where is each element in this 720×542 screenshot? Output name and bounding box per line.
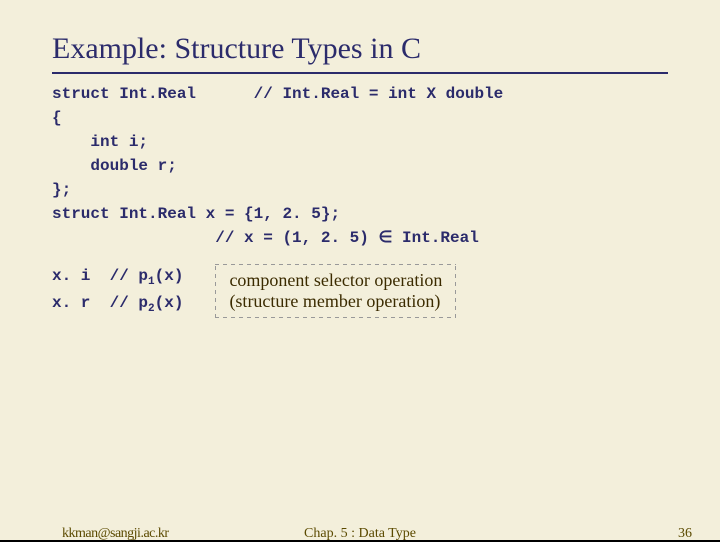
title-rule	[52, 72, 668, 74]
annotation-line-1: component selector operation	[229, 270, 442, 290]
code-line-1a: struct Int.Real	[52, 85, 196, 103]
code-line-4: double r;	[52, 157, 177, 175]
sel-1c: 1	[148, 277, 155, 289]
selector-row: x. i // p1(x) x. r // p2(x) component se…	[52, 264, 668, 318]
code-line-2: {	[52, 109, 62, 127]
sel-2b: // p	[110, 294, 148, 312]
selector-code: x. i // p1(x) x. r // p2(x)	[52, 264, 183, 317]
sel-1d: (x)	[155, 267, 184, 285]
slide-title: Example: Structure Types in C	[52, 32, 668, 66]
code-line-6: struct Int.Real x = {1, 2. 5};	[52, 205, 340, 223]
code-line-1b: // Int.Real = int X double	[254, 85, 504, 103]
annotation-box: component selector operation (structure …	[215, 264, 456, 318]
code-line-7: // x = (1, 2. 5) ∈ Int.Real	[52, 229, 479, 247]
slide: Example: Structure Types in C struct Int…	[0, 0, 720, 540]
sel-2a: x. r	[52, 294, 90, 312]
code-line-5: };	[52, 181, 71, 199]
sel-2c: 2	[148, 303, 155, 315]
sel-1a: x. i	[52, 267, 90, 285]
sel-1b: // p	[110, 267, 148, 285]
sel-2d: (x)	[155, 294, 184, 312]
code-block: struct Int.Real // Int.Real = int X doub…	[52, 82, 668, 250]
code-line-3: int i;	[52, 133, 148, 151]
annotation-line-2: (structure member operation)	[229, 291, 440, 311]
